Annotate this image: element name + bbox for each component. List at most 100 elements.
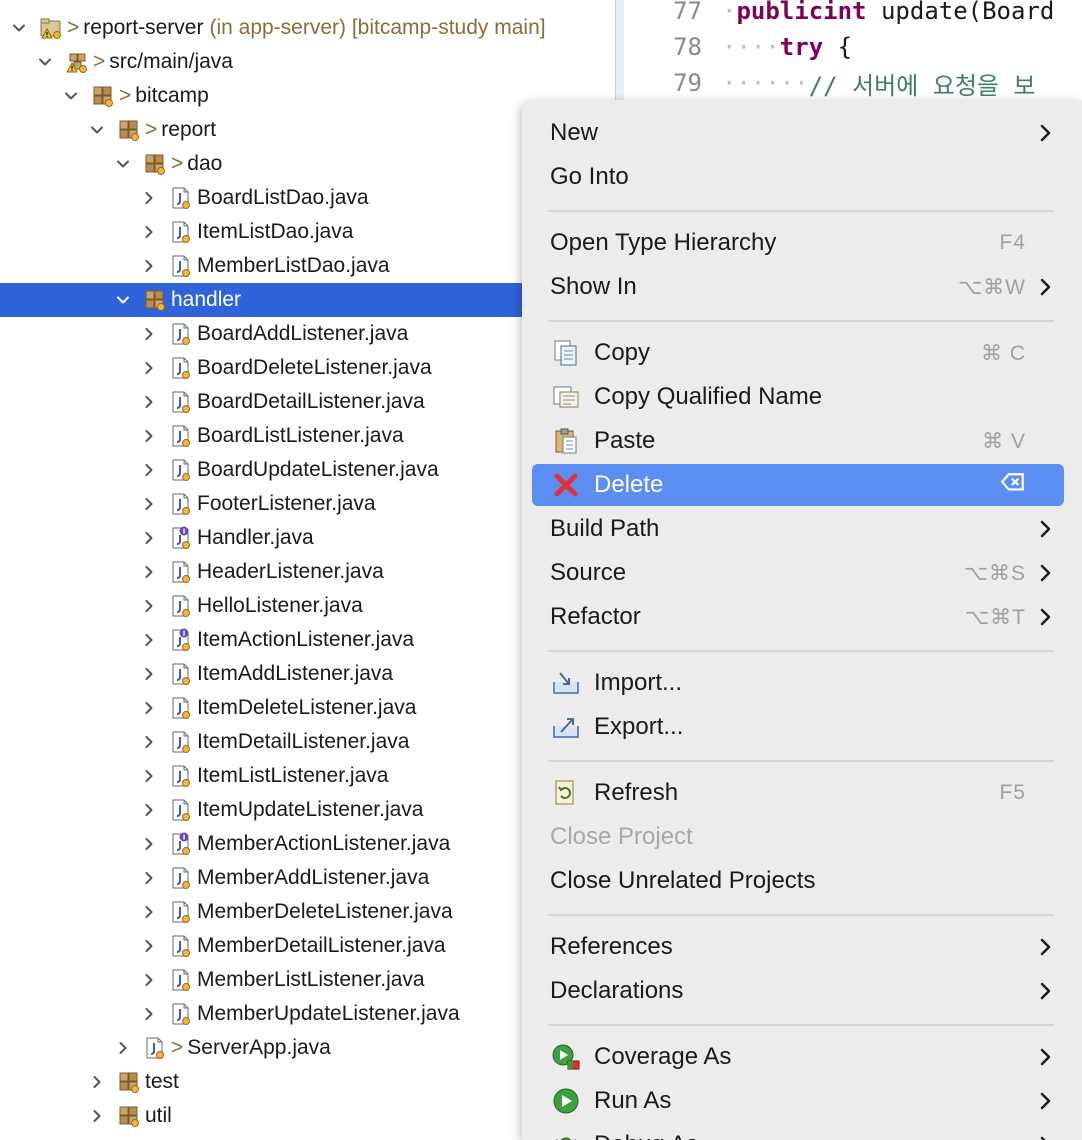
menu-item-close-unrelated-projects[interactable]: Close Unrelated Projects xyxy=(532,860,1064,902)
menu-item-import[interactable]: Import... xyxy=(532,662,1064,704)
code-editor[interactable]: 77 · public int update(Board 78 ···· try {79 ·… xyxy=(615,0,1082,100)
menu-item-copy[interactable]: Copy ⌘ C xyxy=(532,332,1064,374)
menu-item-label: Close Project xyxy=(550,823,693,850)
chevron-right-icon[interactable] xyxy=(138,255,160,277)
menu-item-open-type-hierarchy[interactable]: Open Type Hierarchy F4 xyxy=(532,222,1064,264)
chevron-right-icon[interactable] xyxy=(138,459,160,481)
menu-item-copy-qualified-name[interactable]: Copy Qualified Name xyxy=(532,376,1064,418)
tree-item-label: util xyxy=(145,1104,172,1127)
editor-ruler xyxy=(616,0,624,100)
menu-item-label: Show In xyxy=(550,273,637,300)
menu-item-refresh[interactable]: Refresh F5 xyxy=(532,772,1064,814)
chevron-right-icon[interactable] xyxy=(86,1105,108,1127)
tree-row[interactable]: > report-server (in app-server) [bitcamp-s… xyxy=(0,11,615,45)
code-line: 78 ···· try { xyxy=(656,30,852,64)
tree-item-label: ItemAddListener.java xyxy=(197,662,394,685)
package-icon xyxy=(143,152,167,176)
java-file-icon xyxy=(169,764,193,788)
chevron-right-icon[interactable] xyxy=(138,833,160,855)
java-file-icon xyxy=(169,662,193,686)
menu-item-declarations[interactable]: Declarations xyxy=(532,970,1064,1012)
menu-item-go-into[interactable]: Go Into xyxy=(532,156,1064,198)
package-icon xyxy=(117,1104,141,1128)
java-file-icon xyxy=(169,900,193,924)
java-file-icon xyxy=(169,322,193,346)
menu-item-source[interactable]: Source ⌥⌘S xyxy=(532,552,1064,594)
java-file-icon xyxy=(169,560,193,584)
dirty-marker: > xyxy=(171,1036,184,1059)
menu-item-build-path[interactable]: Build Path xyxy=(532,508,1064,550)
chevron-right-icon[interactable] xyxy=(138,425,160,447)
tree-item-label: MemberActionListener.java xyxy=(197,832,451,855)
chevron-right-icon[interactable] xyxy=(138,221,160,243)
menu-item-coverage-as[interactable]: Coverage As xyxy=(532,1036,1064,1078)
menu-item-run-as[interactable]: Run As xyxy=(532,1080,1064,1122)
tree-row[interactable]: > src/main/java xyxy=(0,45,615,79)
chevron-down-icon[interactable] xyxy=(112,153,134,175)
chevron-right-icon[interactable] xyxy=(138,1003,160,1025)
menu-item-paste[interactable]: Paste ⌘ V xyxy=(532,420,1064,462)
java-file-icon xyxy=(169,186,193,210)
chevron-right-icon[interactable] xyxy=(138,697,160,719)
menu-item-debug-as[interactable]: Debug As xyxy=(532,1124,1064,1140)
chevron-right-icon[interactable] xyxy=(138,527,160,549)
submenu-arrow-icon xyxy=(1036,1091,1056,1111)
chevron-right-icon[interactable] xyxy=(138,969,160,991)
tree-item-label: src/main/java xyxy=(109,50,233,73)
menu-item-delete[interactable]: Delete xyxy=(532,464,1064,506)
submenu-arrow-icon xyxy=(1036,563,1056,583)
chevron-right-icon[interactable] xyxy=(138,867,160,889)
chevron-right-icon[interactable] xyxy=(138,629,160,651)
menu-item-label: Copy xyxy=(594,339,651,366)
chevron-right-icon[interactable] xyxy=(112,1037,134,1059)
menu-separator xyxy=(548,914,1054,916)
whitespace-marker: · xyxy=(722,0,737,25)
chevron-right-icon[interactable] xyxy=(138,391,160,413)
menu-item-close-project: Close Project xyxy=(532,816,1064,858)
chevron-right-icon[interactable] xyxy=(138,595,160,617)
chevron-down-icon[interactable] xyxy=(112,289,134,311)
java-file-icon xyxy=(169,968,193,992)
menu-item-refactor[interactable]: Refactor ⌥⌘T xyxy=(532,596,1064,638)
tree-item-label: dao xyxy=(187,152,223,175)
menu-item-label: Close Unrelated Projects xyxy=(550,867,816,894)
import-icon xyxy=(550,667,582,699)
chevron-right-icon[interactable] xyxy=(86,1071,108,1093)
chevron-right-icon[interactable] xyxy=(138,187,160,209)
chevron-right-icon[interactable] xyxy=(138,799,160,821)
copy-qualified-name-icon xyxy=(550,381,582,413)
java-file-icon xyxy=(169,934,193,958)
chevron-right-icon[interactable] xyxy=(138,935,160,957)
menu-item-label: References xyxy=(550,933,673,960)
java-file-icon xyxy=(169,458,193,482)
submenu-arrow-icon xyxy=(1036,1047,1056,1067)
menu-item-label: Open Type Hierarchy xyxy=(550,229,777,256)
chevron-right-icon[interactable] xyxy=(138,323,160,345)
chevron-down-icon[interactable] xyxy=(34,51,56,73)
menu-separator xyxy=(548,210,1054,212)
tree-item-label: MemberAddListener.java xyxy=(197,866,430,889)
chevron-right-icon[interactable] xyxy=(138,901,160,923)
chevron-right-icon[interactable] xyxy=(138,561,160,583)
chevron-right-icon[interactable] xyxy=(138,765,160,787)
export-icon xyxy=(550,711,582,743)
shortcut-hint: ⌘ C xyxy=(981,341,1026,365)
chevron-right-icon[interactable] xyxy=(138,493,160,515)
menu-item-export[interactable]: Export... xyxy=(532,706,1064,748)
tree-item-label: ItemUpdateListener.java xyxy=(197,798,424,821)
svg-text:I: I xyxy=(183,528,186,536)
menu-item-label: Delete xyxy=(594,471,664,498)
menu-item-label: Declarations xyxy=(550,977,684,1004)
menu-item-references[interactable]: References xyxy=(532,926,1064,968)
line-number: 79 xyxy=(673,69,702,97)
chevron-right-icon[interactable] xyxy=(138,663,160,685)
chevron-right-icon[interactable] xyxy=(138,357,160,379)
menu-item-new[interactable]: New xyxy=(532,112,1064,154)
chevron-down-icon[interactable] xyxy=(86,119,108,141)
submenu-arrow-icon xyxy=(1036,1135,1056,1140)
chevron-down-icon[interactable] xyxy=(8,17,30,39)
menu-item-show-in[interactable]: Show In ⌥⌘W xyxy=(532,266,1064,308)
dirty-marker: > xyxy=(119,84,132,107)
chevron-right-icon[interactable] xyxy=(138,731,160,753)
chevron-down-icon[interactable] xyxy=(60,85,82,107)
